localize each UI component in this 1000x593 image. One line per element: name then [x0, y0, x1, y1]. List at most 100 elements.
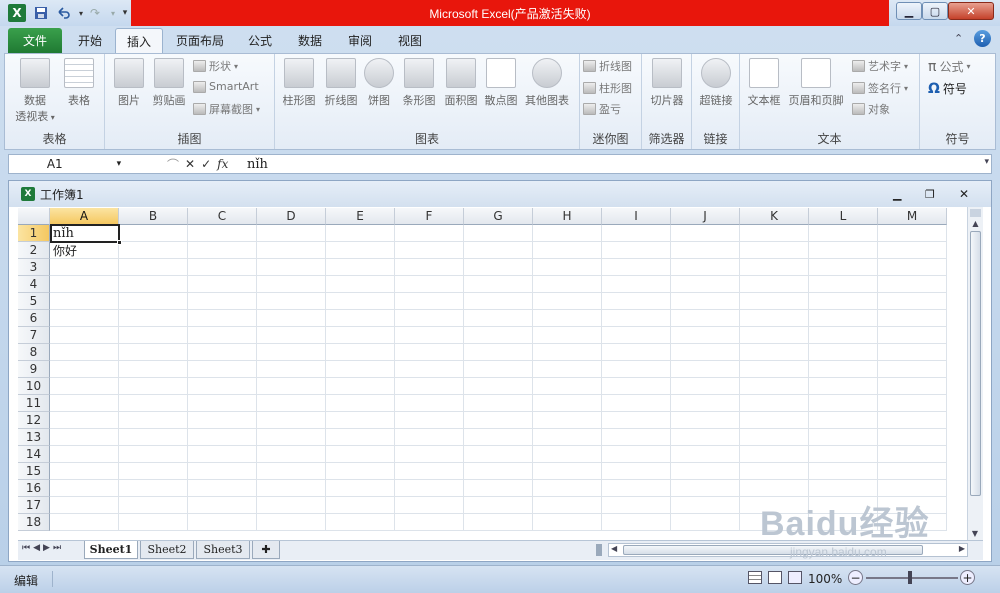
sparkline-column-button[interactable]: 柱形图: [583, 80, 632, 96]
row-header-3[interactable]: 3: [18, 259, 50, 276]
row-header-7[interactable]: 7: [18, 327, 50, 344]
split-box-icon[interactable]: [970, 209, 981, 217]
row-header-9[interactable]: 9: [18, 361, 50, 378]
screenshot-button[interactable]: 屏幕截图 ▾: [193, 101, 260, 117]
redo-icon[interactable]: ↷: [86, 4, 104, 22]
minimize-button[interactable]: ▁: [896, 2, 922, 20]
tab-review[interactable]: 审阅: [338, 28, 382, 53]
clipart-button[interactable]: 剪贴画: [147, 58, 191, 108]
row-header-18[interactable]: 18: [18, 514, 50, 531]
minimize-ribbon-icon[interactable]: ⌃: [954, 32, 963, 45]
formula-input[interactable]: nǐh: [247, 155, 268, 173]
column-header-d[interactable]: D: [257, 208, 326, 225]
column-header-m[interactable]: M: [878, 208, 947, 225]
symbol-button[interactable]: Ω 符号: [928, 80, 967, 97]
pivot-table-button[interactable]: 数据 透视表 ▾: [13, 58, 57, 124]
zoom-slider[interactable]: [866, 577, 958, 579]
page-layout-view-icon[interactable]: [768, 571, 782, 584]
scroll-down-icon[interactable]: ▼: [968, 529, 982, 538]
scatter-chart-button[interactable]: 散点图: [479, 58, 523, 108]
workbook-restore-icon[interactable]: ❐: [925, 188, 935, 201]
column-header-c[interactable]: C: [188, 208, 257, 225]
row-header-14[interactable]: 14: [18, 446, 50, 463]
undo-icon[interactable]: [54, 4, 72, 22]
row-header-10[interactable]: 10: [18, 378, 50, 395]
other-charts-button[interactable]: 其他图表: [521, 58, 573, 108]
row-header-5[interactable]: 5: [18, 293, 50, 310]
column-header-b[interactable]: B: [119, 208, 188, 225]
zoom-slider-thumb[interactable]: [908, 571, 912, 584]
close-button[interactable]: ✕: [948, 2, 994, 20]
textbox-button[interactable]: 文本框: [742, 58, 786, 108]
tab-split-handle[interactable]: [596, 544, 602, 556]
cell-a2[interactable]: 你好: [51, 242, 119, 259]
row-header-16[interactable]: 16: [18, 480, 50, 497]
sheet-tab-3[interactable]: Sheet3: [196, 541, 250, 559]
area-chart-button[interactable]: 面积图: [439, 58, 483, 108]
column-header-a[interactable]: A: [50, 208, 119, 225]
vertical-scroll-thumb[interactable]: [970, 231, 981, 496]
tab-home[interactable]: 开始: [68, 28, 112, 53]
name-box-dropdown-icon[interactable]: ▾: [117, 159, 122, 169]
sparkline-line-button[interactable]: 折线图: [583, 58, 632, 74]
signature-line-button[interactable]: 签名行 ▾: [852, 80, 908, 96]
header-footer-button[interactable]: 页眉和页脚: [786, 58, 846, 108]
picture-button[interactable]: 图片: [107, 58, 151, 108]
column-header-g[interactable]: G: [464, 208, 533, 225]
row-header-12[interactable]: 12: [18, 412, 50, 429]
tab-page-layout[interactable]: 页面布局: [168, 28, 232, 53]
object-button[interactable]: 对象: [852, 101, 890, 117]
table-button[interactable]: 表格: [57, 58, 101, 108]
row-header-13[interactable]: 13: [18, 429, 50, 446]
vertical-scrollbar[interactable]: ▲ ▼: [967, 207, 983, 540]
help-icon[interactable]: ?: [974, 30, 991, 47]
wordart-button[interactable]: 艺术字 ▾: [852, 58, 908, 74]
insert-sheet-icon[interactable]: ✚: [252, 541, 280, 559]
tab-formulas[interactable]: 公式: [238, 28, 282, 53]
tab-file[interactable]: 文件: [8, 28, 62, 53]
sheet-tab-2[interactable]: Sheet2: [140, 541, 194, 559]
confirm-entry-icon[interactable]: ✓: [201, 157, 211, 171]
tab-data[interactable]: 数据: [288, 28, 332, 53]
zoom-level[interactable]: 100%: [808, 572, 842, 586]
save-icon[interactable]: [32, 4, 50, 22]
excel-logo-icon[interactable]: X: [8, 4, 26, 22]
select-all-corner[interactable]: [18, 208, 50, 225]
column-header-h[interactable]: H: [533, 208, 602, 225]
pie-chart-button[interactable]: 饼图: [357, 58, 401, 108]
workbook-minimize-icon[interactable]: ▁: [893, 188, 901, 201]
column-header-k[interactable]: K: [740, 208, 809, 225]
column-chart-button[interactable]: 柱形图: [277, 58, 321, 108]
expand-formula-bar-icon[interactable]: ▾: [984, 157, 989, 167]
smartart-button[interactable]: SmartArt: [193, 80, 259, 93]
formula-resize-icon[interactable]: ⌒: [167, 156, 179, 173]
name-box[interactable]: A1 ▾: [9, 155, 159, 173]
equation-button[interactable]: π 公式 ▾: [928, 58, 970, 75]
workbook-close-icon[interactable]: ✕: [959, 187, 969, 201]
sparkline-winloss-button[interactable]: 盈亏: [583, 101, 621, 117]
row-header-17[interactable]: 17: [18, 497, 50, 514]
normal-view-icon[interactable]: [748, 571, 762, 584]
zoom-in-icon[interactable]: +: [960, 570, 975, 585]
maximize-button[interactable]: ▢: [922, 2, 948, 20]
tab-insert[interactable]: 插入: [115, 28, 163, 53]
column-header-f[interactable]: F: [395, 208, 464, 225]
tab-view[interactable]: 视图: [388, 28, 432, 53]
row-header-11[interactable]: 11: [18, 395, 50, 412]
hyperlink-button[interactable]: 超链接: [694, 58, 738, 108]
sheet-nav-icons[interactable]: ⏮◀▶⏭: [22, 543, 64, 553]
scroll-left-icon[interactable]: ◀: [611, 544, 617, 553]
column-header-j[interactable]: J: [671, 208, 740, 225]
column-header-l[interactable]: L: [809, 208, 878, 225]
scroll-up-icon[interactable]: ▲: [968, 219, 983, 231]
row-header-1[interactable]: 1: [18, 225, 50, 242]
zoom-out-icon[interactable]: −: [848, 570, 863, 585]
column-header-i[interactable]: I: [602, 208, 671, 225]
insert-function-icon[interactable]: fx: [217, 157, 228, 171]
fill-handle[interactable]: [117, 240, 122, 245]
bar-chart-button[interactable]: 条形图: [397, 58, 441, 108]
sheet-tab-1[interactable]: Sheet1: [84, 541, 138, 559]
row-header-6[interactable]: 6: [18, 310, 50, 327]
column-header-e[interactable]: E: [326, 208, 395, 225]
row-header-2[interactable]: 2: [18, 242, 50, 259]
